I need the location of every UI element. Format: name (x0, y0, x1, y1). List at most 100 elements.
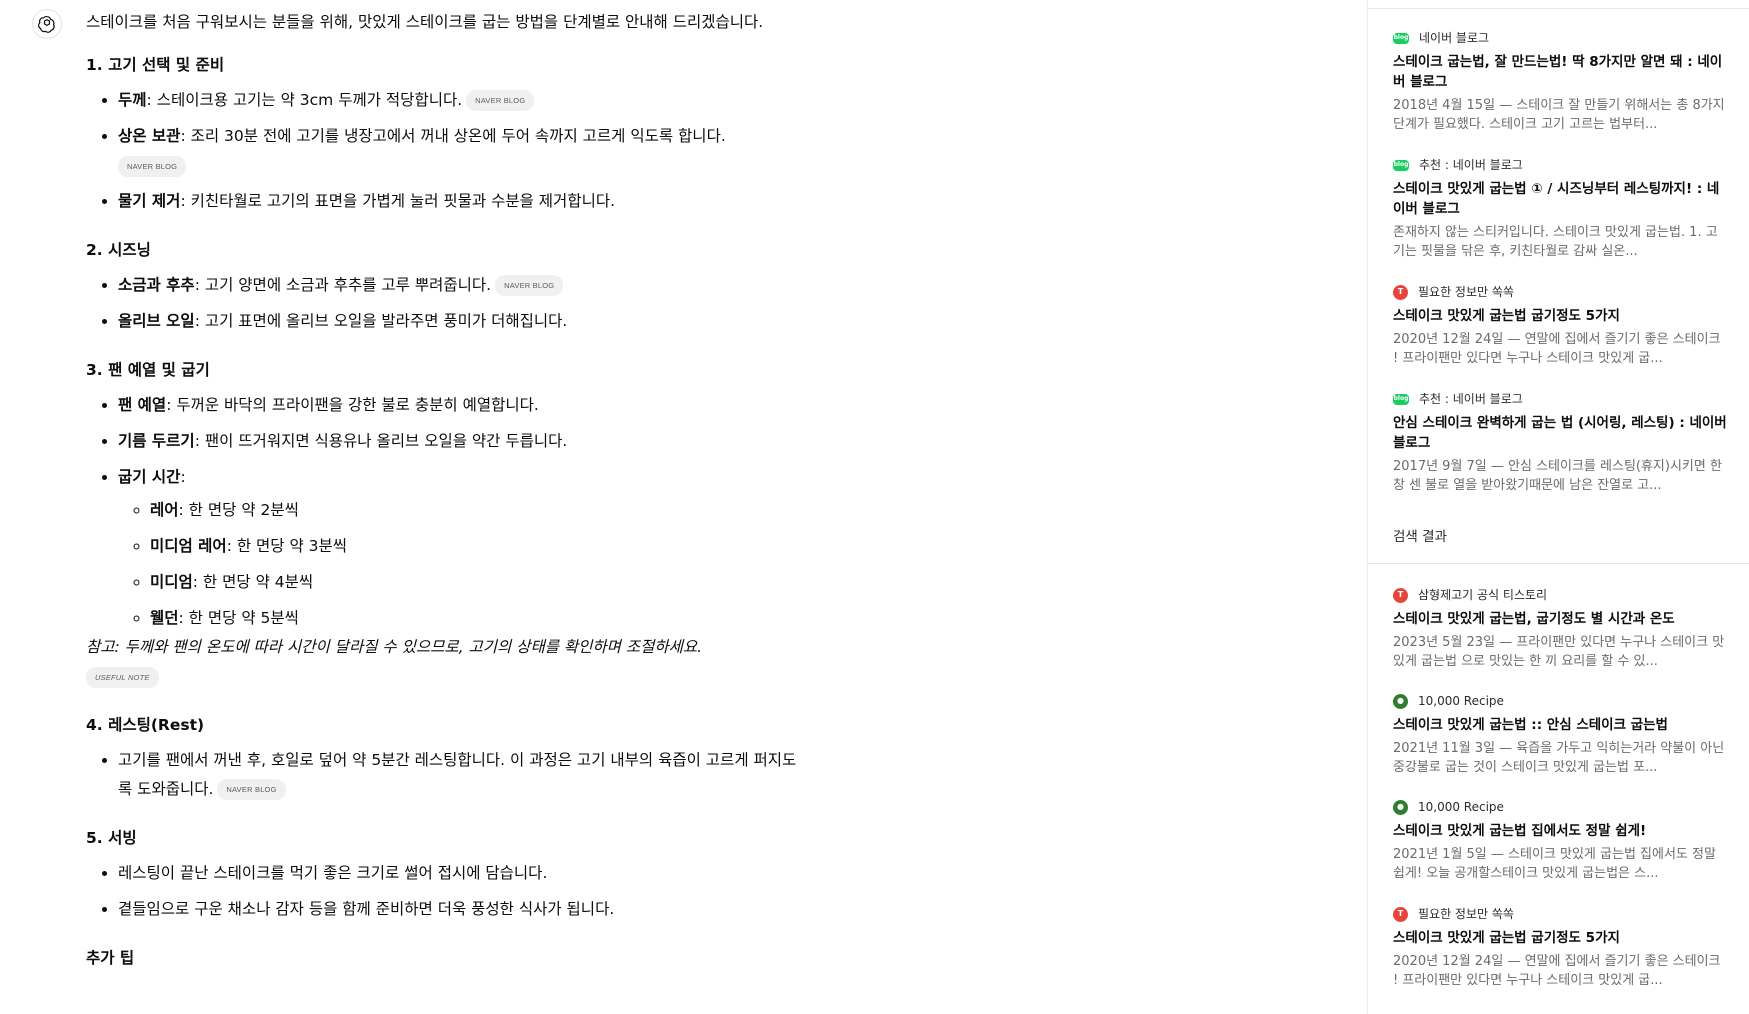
source-result[interactable]: blog 추천 : 네이버 블로그 안심 스테이크 완벽하게 굽는 법 (시어링,… (1393, 391, 1727, 495)
item-term: 두께 (118, 91, 147, 109)
citation-badge[interactable]: USEFUL NOTE (86, 667, 159, 688)
item-text: : 팬이 뜨거워지면 식용유나 올리브 오일을 약간 두릅니다. (194, 432, 568, 450)
source-header: T 삼형제고기 공식 티스토리 (1393, 587, 1727, 603)
source-result[interactable]: ● 10,000 Recipe 스테이크 맛있게 굽는법 집에서도 정말 쉽게! … (1393, 799, 1727, 883)
result-title[interactable]: 스테이크 맛있게 굽는법 굽기정도 5가지 (1393, 928, 1727, 948)
list-item: 레스팅이 끝난 스테이크를 먹기 좋은 크기로 썰어 접시에 담습니다. (118, 859, 806, 888)
item-term: 굽기 시간 (118, 468, 181, 486)
tistory-icon: T (1393, 284, 1408, 300)
result-snippet: 2021년 11월 3일 — 육즙을 가두고 익히는거라 약불이 아닌 중강불로… (1393, 741, 1725, 775)
source-header: ● 10,000 Recipe (1393, 693, 1727, 709)
item-text: : 한 면당 약 4분씩 (192, 573, 314, 591)
source-result[interactable]: blog 추천 : 네이버 블로그 스테이크 맛있게 굽는법 ① / 시즈닝부터 … (1393, 157, 1727, 261)
list-item: 올리브 오일: 고기 표면에 올리브 오일을 발라주면 풍미가 더해집니다. (118, 307, 806, 336)
source-header: T 필요한 정보만 쏙쏙 (1393, 906, 1727, 922)
bullet-list: 고기를 팬에서 꺼낸 후, 호일로 덮어 약 5분간 레스팅합니다. 이 과정은… (86, 746, 806, 804)
recipe-icon: ● (1393, 799, 1408, 815)
item-text: : 스테이크용 고기는 약 3cm 두께가 적당합니다. (146, 91, 463, 109)
bullet-list: 소금과 후추: 고기 양면에 소금과 후추를 고루 뿌려줍니다.NAVER BL… (86, 271, 806, 336)
item-term: 레어 (150, 501, 179, 519)
list-item: 미디엄 레어: 한 면당 약 3분씩 (150, 532, 806, 561)
naver-blog-icon: blog (1393, 32, 1409, 44)
chat-main: 스테이크를 처음 구워보시는 분들을 위해, 맛있게 스테이크를 굽는 방법을 … (0, 0, 1368, 1014)
source-result[interactable]: T 삼형제고기 공식 티스토리 스테이크 맛있게 굽는법, 굽기정도 별 시간과 … (1393, 587, 1727, 671)
panel-section-line (1368, 563, 1749, 564)
source-name: 추천 : 네이버 블로그 (1419, 158, 1523, 172)
citation-badge[interactable]: NAVER BLOG (495, 275, 564, 296)
result-title[interactable]: 스테이크 맛있게 굽는법 :: 안심 스테이크 굽는법 (1393, 715, 1727, 735)
search-results-label: 검색 결과 (1393, 529, 1447, 545)
source-name: 필요한 정보만 쏙쏙 (1418, 285, 1514, 299)
result-title[interactable]: 스테이크 굽는법, 잘 만드는법! 딱 8가지만 알면 돼 : 네이버 블로그 (1393, 52, 1727, 92)
note-content: 참고: 두께와 팬의 온도에 따라 시간이 달라질 수 있으므로, 고기의 상태… (86, 638, 703, 656)
tistory-icon: T (1393, 906, 1408, 922)
item-text: 곁들임으로 구운 채소나 감자 등을 함께 준비하면 더욱 풍성한 식사가 됩니… (118, 900, 615, 918)
result-snippet: 2023년 5월 23일 — 프라이팬만 있다면 누구나 스테이크 맛있게 굽는… (1393, 635, 1725, 669)
result-snippet: 존재하지 않는 스티커입니다. 스테이크 맛있게 굽는법. 1. 고기는 핏물을… (1393, 225, 1718, 259)
item-term: 팬 예열 (118, 396, 167, 414)
item-term: 소금과 후추 (118, 276, 195, 294)
item-text: : 키친타월로 고기의 표면을 가볍게 눌러 핏물과 수분을 제거합니다. (180, 192, 616, 210)
section-heading: 2. 시즈닝 (86, 241, 151, 259)
section-heading: 4. 레스팅(Rest) (86, 716, 205, 734)
source-name: 10,000 Recipe (1418, 800, 1504, 814)
citation-badge[interactable]: NAVER BLOG (118, 156, 187, 177)
panel-top-line (1368, 8, 1749, 9)
tistory-icon: T (1393, 587, 1408, 603)
item-term: 기름 두르기 (118, 432, 195, 450)
source-result[interactable]: T 필요한 정보만 쏙쏙 스테이크 맛있게 굽는법 굽기정도 5가지 2020년 … (1393, 906, 1727, 990)
source-result[interactable]: ● 10,000 Recipe 스테이크 맛있게 굽는법 :: 안심 스테이크 굽… (1393, 693, 1727, 777)
item-term: 올리브 오일 (118, 312, 195, 330)
citation-badge[interactable]: NAVER BLOG (466, 90, 535, 111)
item-term: 미디엄 레어 (150, 537, 227, 555)
result-title[interactable]: 스테이크 맛있게 굽는법 집에서도 정말 쉽게! (1393, 821, 1727, 841)
list-item: 레어: 한 면당 약 2분씩 (150, 496, 806, 525)
note-text: 참고: 두께와 팬의 온도에 따라 시간이 달라질 수 있으므로, 고기의 상태… (86, 633, 806, 691)
bullet-list: 레스팅이 끝난 스테이크를 먹기 좋은 크기로 썰어 접시에 담습니다. 곁들임… (86, 859, 806, 924)
item-text: : 한 면당 약 5분씩 (178, 609, 299, 627)
item-text: : 고기 양면에 소금과 후추를 고루 뿌려줍니다. (194, 276, 492, 294)
item-text: : 한 면당 약 2분씩 (178, 501, 299, 519)
result-title[interactable]: 스테이크 맛있게 굽는법, 굽기정도 별 시간과 온도 (1393, 609, 1727, 629)
source-header: blog 네이버 블로그 (1393, 30, 1727, 46)
section-heading: 5. 서빙 (86, 829, 137, 847)
list-item: 두께: 스테이크용 고기는 약 3cm 두께가 적당합니다.NAVER BLOG (118, 86, 806, 115)
item-term: 물기 제거 (118, 192, 181, 210)
item-text: : 조리 30분 전에 고기를 냉장고에서 꺼내 상온에 두어 속까지 고르게 … (180, 127, 726, 145)
openai-logo-icon (38, 16, 55, 33)
result-snippet: 2017년 9월 7일 — 안심 스테이크를 레스팅(휴지)시키면 한창 센 불… (1393, 459, 1722, 493)
section-heading: 1. 고기 선택 및 준비 (86, 56, 225, 74)
assistant-avatar (32, 9, 62, 39)
source-header: blog 추천 : 네이버 블로그 (1393, 157, 1727, 173)
source-result[interactable]: blog 네이버 블로그 스테이크 굽는법, 잘 만드는법! 딱 8가지만 알면 … (1393, 30, 1727, 134)
list-item: 상온 보관: 조리 30분 전에 고기를 냉장고에서 꺼내 상온에 두어 속까지… (118, 122, 806, 180)
result-snippet: 2018년 4월 15일 — 스테이크 잘 만들기 위해서는 총 8가지 단계가… (1393, 98, 1725, 132)
section-heading: 추가 팁 (86, 949, 135, 967)
list-item: 고기를 팬에서 꺼낸 후, 호일로 덮어 약 5분간 레스팅합니다. 이 과정은… (118, 746, 806, 804)
naver-blog-icon: blog (1393, 159, 1409, 171)
result-title[interactable]: 스테이크 맛있게 굽는법 ① / 시즈닝부터 레스팅까지! : 네이버 블로그 (1393, 179, 1727, 219)
list-item: 미디엄: 한 면당 약 4분씩 (150, 568, 806, 597)
list-item: 소금과 후추: 고기 양면에 소금과 후추를 고루 뿌려줍니다.NAVER BL… (118, 271, 806, 300)
list-item: 웰던: 한 면당 약 5분씩 (150, 604, 806, 633)
source-name: 필요한 정보만 쏙쏙 (1418, 907, 1514, 921)
assistant-message: 스테이크를 처음 구워보시는 분들을 위해, 맛있게 스테이크를 굽는 방법을 … (86, 0, 806, 979)
item-text: 레스팅이 끝난 스테이크를 먹기 좋은 크기로 썰어 접시에 담습니다. (118, 864, 548, 882)
result-snippet: 2020년 12월 24일 — 연말에 집에서 즐기기 좋은 스테이크 ! 프라… (1393, 332, 1721, 366)
item-text: : (180, 468, 186, 486)
sources-panel: blog 네이버 블로그 스테이크 굽는법, 잘 만드는법! 딱 8가지만 알면 … (1368, 0, 1749, 1014)
item-term: 상온 보관 (118, 127, 181, 145)
result-title[interactable]: 안심 스테이크 완벽하게 굽는 법 (시어링, 레스팅) : 네이버 블로그 (1393, 413, 1727, 453)
list-item: 물기 제거: 키친타월로 고기의 표면을 가볍게 눌러 핏물과 수분을 제거합니… (118, 187, 806, 216)
source-name: 네이버 블로그 (1419, 31, 1490, 45)
source-name: 삼형제고기 공식 티스토리 (1418, 588, 1548, 602)
list-item: 굽기 시간: 레어: 한 면당 약 2분씩 미디엄 레어: 한 면당 약 3분씩… (118, 463, 806, 633)
list-item: 팬 예열: 두꺼운 바닥의 프라이팬을 강한 불로 충분히 예열합니다. (118, 391, 806, 420)
naver-blog-icon: blog (1393, 393, 1409, 405)
list-item: 기름 두르기: 팬이 뜨거워지면 식용유나 올리브 오일을 약간 두릅니다. (118, 427, 806, 456)
source-result[interactable]: T 필요한 정보만 쏙쏙 스테이크 맛있게 굽는법 굽기정도 5가지 2020년 … (1393, 284, 1727, 368)
citation-badge[interactable]: NAVER BLOG (217, 779, 286, 800)
result-title[interactable]: 스테이크 맛있게 굽는법 굽기정도 5가지 (1393, 306, 1727, 326)
result-snippet: 2020년 12월 24일 — 연말에 집에서 즐기기 좋은 스테이크 ! 프라… (1393, 954, 1721, 988)
source-header: ● 10,000 Recipe (1393, 799, 1727, 815)
